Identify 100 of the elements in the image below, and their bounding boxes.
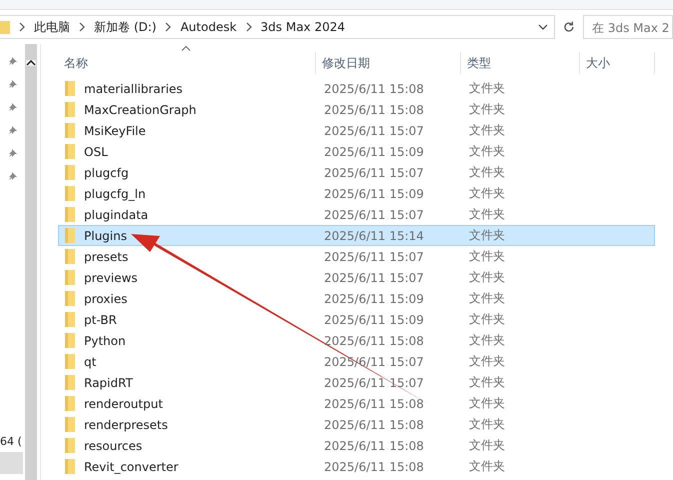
dropdown-caret-icon[interactable] bbox=[538, 24, 548, 30]
file-name: RapidRT bbox=[84, 376, 133, 390]
modified-date: 2025/6/11 15:07 bbox=[323, 166, 425, 180]
breadcrumb-item[interactable]: 3ds Max 2024 bbox=[260, 20, 346, 34]
file-row[interactable]: pt-BR 2025/6/11 15:09 文件夹 bbox=[58, 309, 655, 330]
scrollbar[interactable] bbox=[25, 44, 37, 480]
modified-date: 2025/6/11 15:09 bbox=[323, 186, 425, 200]
file-name: resources bbox=[84, 438, 142, 452]
chevron-icon bbox=[79, 22, 85, 32]
pin-icon[interactable] bbox=[8, 148, 18, 158]
file-row[interactable]: presets 2025/6/11 15:07 文件夹 bbox=[58, 246, 655, 267]
file-type: 文件夹 bbox=[468, 185, 506, 202]
modified-date: 2025/6/11 15:07 bbox=[323, 270, 425, 284]
scroll-up-icon[interactable] bbox=[26, 60, 36, 66]
pin-icon[interactable] bbox=[8, 171, 18, 181]
pin-icon[interactable] bbox=[8, 56, 18, 66]
file-row[interactable]: renderoutput 2025/6/11 15:08 文件夹 bbox=[58, 393, 655, 414]
modified-date: 2025/6/11 15:14 bbox=[323, 228, 425, 242]
modified-date: 2025/6/11 15:09 bbox=[323, 292, 425, 306]
column-header[interactable]: 大小 bbox=[580, 52, 655, 74]
file-name: renderpresets bbox=[84, 418, 168, 432]
nav-item-label[interactable]: 64 ( bbox=[0, 435, 22, 448]
file-row[interactable]: RapidRT 2025/6/11 15:07 文件夹 bbox=[58, 372, 655, 393]
search-field[interactable]: 在 3ds Max 2 bbox=[583, 15, 673, 39]
modified-date: 2025/6/11 15:08 bbox=[323, 334, 425, 348]
column-header[interactable]: 名称 bbox=[58, 52, 316, 74]
address-bar[interactable]: 此电脑 新加卷 (D:) Autodesk 3ds Max 2024 bbox=[0, 15, 556, 39]
folder-icon bbox=[65, 144, 75, 159]
file-name: plugcfg bbox=[84, 166, 129, 180]
file-name: renderoutput bbox=[84, 396, 163, 410]
folder-icon bbox=[65, 375, 75, 390]
file-name: plugcfg_ln bbox=[84, 186, 146, 200]
file-type: 文件夹 bbox=[468, 227, 506, 244]
file-type: 文件夹 bbox=[468, 143, 506, 160]
folder-icon bbox=[65, 186, 75, 201]
column-header[interactable]: 修改日期 bbox=[316, 52, 461, 74]
folder-icon bbox=[0, 20, 10, 34]
file-type: 文件夹 bbox=[468, 248, 506, 265]
folder-icon bbox=[65, 228, 75, 243]
file-name: presets bbox=[84, 250, 128, 264]
folder-icon bbox=[65, 81, 75, 96]
file-type: 文件夹 bbox=[468, 311, 506, 328]
breadcrumb-item[interactable]: Autodesk bbox=[180, 20, 237, 34]
folder-icon bbox=[65, 102, 75, 117]
breadcrumb-item[interactable]: 此电脑 bbox=[34, 18, 70, 36]
file-type: 文件夹 bbox=[468, 458, 506, 475]
file-row[interactable]: renderpresets 2025/6/11 15:08 文件夹 bbox=[58, 414, 655, 435]
file-row[interactable]: proxies 2025/6/11 15:09 文件夹 bbox=[58, 288, 655, 309]
column-header[interactable]: 类型 bbox=[461, 52, 580, 74]
modified-date: 2025/6/11 15:07 bbox=[323, 124, 425, 138]
file-name: MaxCreationGraph bbox=[84, 102, 196, 116]
file-row[interactable]: OSL 2025/6/11 15:09 文件夹 bbox=[58, 141, 655, 162]
folder-icon bbox=[65, 438, 75, 453]
file-row[interactable]: materiallibraries 2025/6/11 15:08 文件夹 bbox=[58, 78, 655, 99]
folder-icon bbox=[65, 249, 75, 264]
file-row[interactable]: Python 2025/6/11 15:08 文件夹 bbox=[58, 330, 655, 351]
file-name: MsiKeyFile bbox=[84, 124, 146, 138]
modified-date: 2025/6/11 15:08 bbox=[323, 82, 425, 96]
modified-date: 2025/6/11 15:07 bbox=[323, 250, 425, 264]
file-row[interactable]: plugcfg 2025/6/11 15:07 文件夹 bbox=[58, 162, 655, 183]
file-type: 文件夹 bbox=[468, 332, 506, 349]
folder-icon bbox=[65, 207, 75, 222]
pin-icon[interactable] bbox=[8, 125, 18, 135]
folder-icon bbox=[65, 396, 75, 411]
sort-caret-icon bbox=[181, 46, 191, 51]
modified-date: 2025/6/11 15:09 bbox=[323, 312, 425, 326]
file-row[interactable]: previews 2025/6/11 15:07 文件夹 bbox=[58, 267, 655, 288]
file-row[interactable]: MaxCreationGraph 2025/6/11 15:08 文件夹 bbox=[58, 99, 655, 120]
file-type: 文件夹 bbox=[468, 290, 506, 307]
file-type: 文件夹 bbox=[468, 206, 506, 223]
file-row[interactable]: plugcfg_ln 2025/6/11 15:09 文件夹 bbox=[58, 183, 655, 204]
file-row[interactable]: MsiKeyFile 2025/6/11 15:07 文件夹 bbox=[58, 120, 655, 141]
file-type: 文件夹 bbox=[468, 269, 506, 286]
file-type: 文件夹 bbox=[468, 122, 506, 139]
file-name: plugindata bbox=[84, 208, 148, 222]
file-name: previews bbox=[84, 270, 138, 284]
folder-icon bbox=[65, 165, 75, 180]
folder-icon bbox=[65, 270, 75, 285]
folder-icon bbox=[65, 417, 75, 432]
file-row[interactable]: plugindata 2025/6/11 15:07 文件夹 bbox=[58, 204, 655, 225]
modified-date: 2025/6/11 15:07 bbox=[323, 376, 425, 390]
file-type: 文件夹 bbox=[468, 437, 506, 454]
file-row[interactable]: Plugins 2025/6/11 15:14 文件夹 bbox=[58, 225, 655, 246]
file-type: 文件夹 bbox=[468, 395, 506, 412]
modified-date: 2025/6/11 15:08 bbox=[323, 418, 425, 432]
file-name: Python bbox=[84, 334, 126, 348]
modified-date: 2025/6/11 15:08 bbox=[323, 396, 425, 410]
pin-icon[interactable] bbox=[8, 79, 18, 89]
file-name: OSL bbox=[84, 144, 108, 158]
file-type: 文件夹 bbox=[468, 353, 506, 370]
file-name: Plugins bbox=[84, 228, 127, 242]
pin-icon[interactable] bbox=[8, 102, 18, 112]
refresh-icon[interactable] bbox=[563, 21, 575, 33]
file-row[interactable]: Revit_converter 2025/6/11 15:08 文件夹 bbox=[58, 456, 655, 477]
file-name: materiallibraries bbox=[84, 82, 183, 96]
modified-date: 2025/6/11 15:07 bbox=[323, 208, 425, 222]
modified-date: 2025/6/11 15:09 bbox=[323, 144, 425, 158]
breadcrumb-item[interactable]: 新加卷 (D:) bbox=[94, 18, 156, 36]
file-row[interactable]: resources 2025/6/11 15:08 文件夹 bbox=[58, 435, 655, 456]
modified-date: 2025/6/11 15:08 bbox=[323, 460, 425, 474]
